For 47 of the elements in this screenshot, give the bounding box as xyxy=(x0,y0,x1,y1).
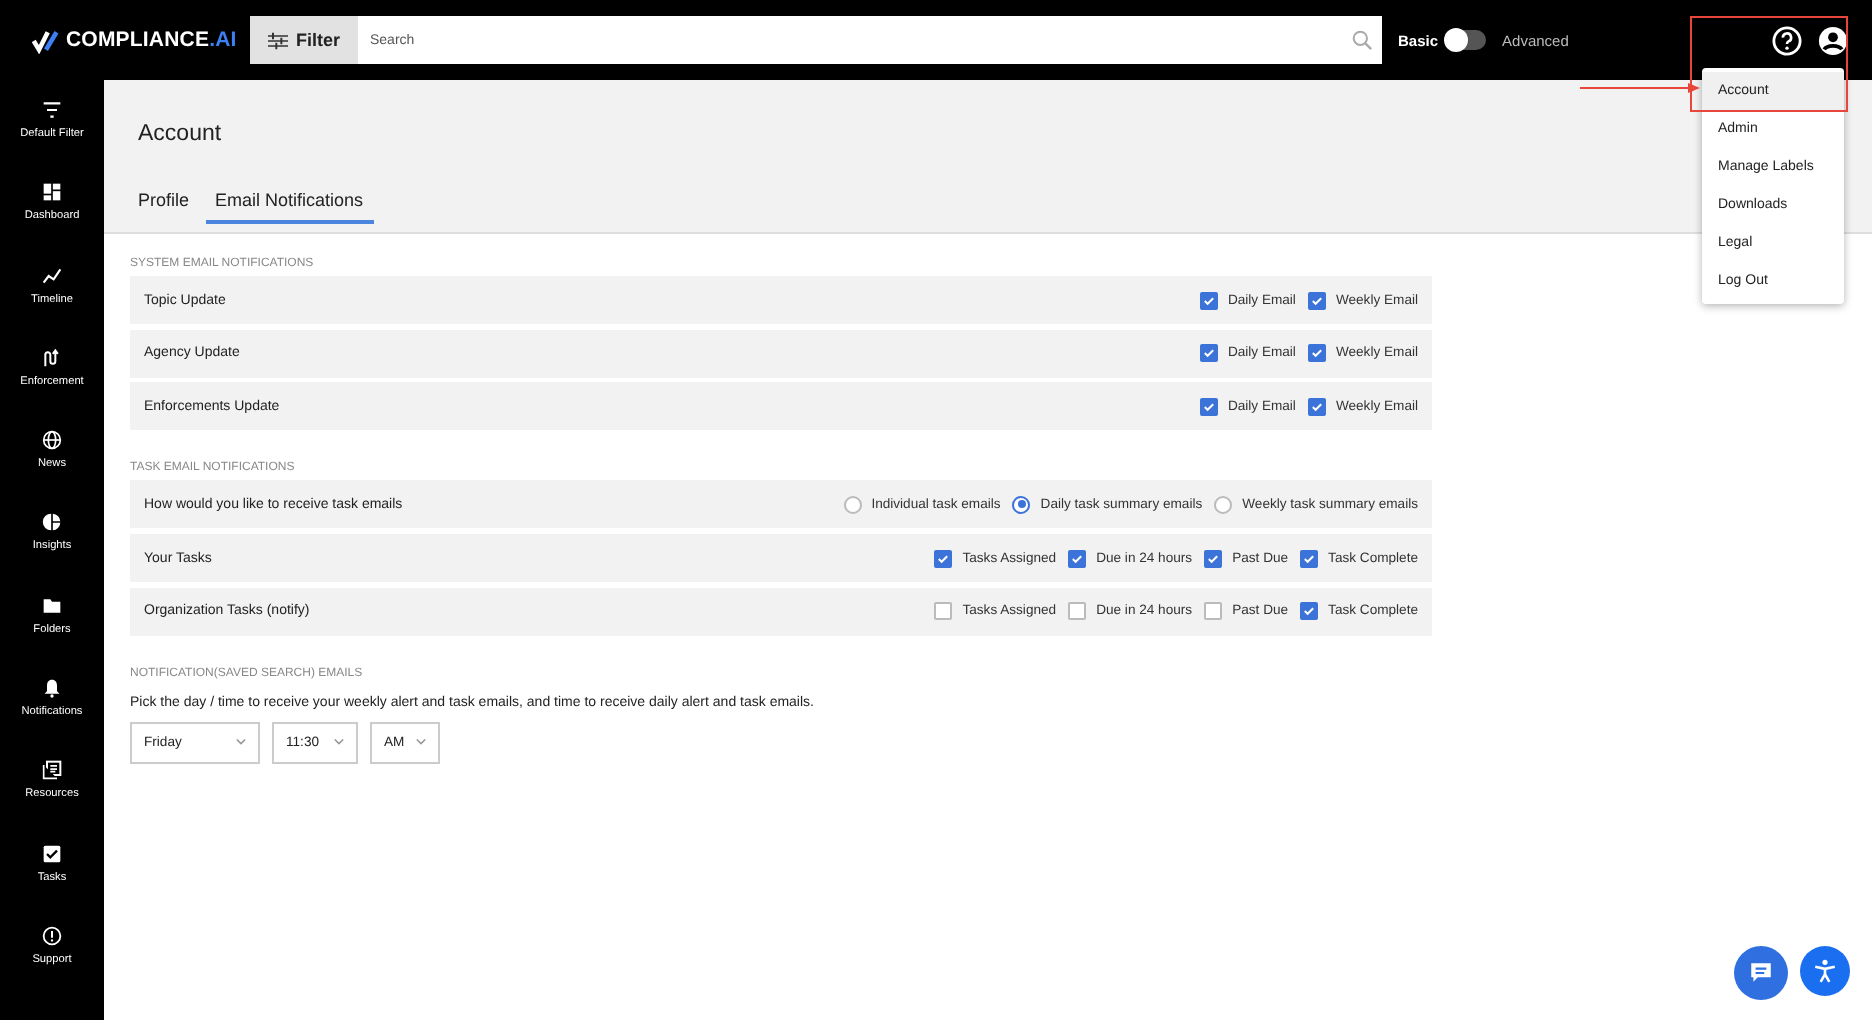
folder-icon xyxy=(42,595,62,616)
globe-icon xyxy=(42,430,62,451)
checkbox[interactable] xyxy=(1307,397,1326,416)
checkbox[interactable] xyxy=(1204,602,1223,621)
filter-icon xyxy=(42,100,62,120)
document-icon xyxy=(42,760,62,781)
tab[interactable]: Email Notifications xyxy=(205,184,374,224)
info-icon xyxy=(42,925,62,946)
arrow xyxy=(1580,82,1700,94)
search-icon xyxy=(1352,30,1372,50)
tab[interactable]: Profile xyxy=(128,184,200,224)
mode-toggle[interactable] xyxy=(1446,30,1487,50)
radio-button[interactable] xyxy=(843,495,862,514)
logo-icon xyxy=(32,27,60,53)
radio-button[interactable] xyxy=(1214,495,1233,514)
checkbox[interactable] xyxy=(1068,549,1087,568)
checkbox-icon xyxy=(42,843,62,864)
page-title: Account xyxy=(138,122,222,146)
help-icon[interactable] xyxy=(1772,25,1802,55)
checkbox[interactable] xyxy=(1204,549,1223,568)
checkbox[interactable] xyxy=(934,602,953,621)
checkbox[interactable] xyxy=(1068,602,1087,621)
chat-button[interactable] xyxy=(1734,946,1788,1000)
line-chart-icon xyxy=(42,265,62,286)
pie-chart-icon xyxy=(42,512,62,533)
caret-icon xyxy=(334,738,344,747)
checkbox[interactable] xyxy=(1300,602,1319,621)
user-icon[interactable] xyxy=(1818,25,1848,55)
caret-icon xyxy=(416,738,426,747)
checkbox[interactable] xyxy=(1307,291,1326,309)
checkbox[interactable] xyxy=(1199,397,1218,416)
accessibility-icon xyxy=(1812,958,1838,984)
bell-icon xyxy=(42,678,62,699)
filter-button[interactable]: Filter xyxy=(250,16,358,64)
arrows-icon xyxy=(42,347,62,368)
checkbox[interactable] xyxy=(1300,549,1319,568)
dashboard-icon xyxy=(42,182,62,203)
checkbox[interactable] xyxy=(1199,291,1218,309)
chat-icon xyxy=(1748,960,1774,986)
checkbox[interactable] xyxy=(1199,344,1218,363)
logo-text: COMPLIANCE.AI xyxy=(66,28,237,52)
caret-icon xyxy=(236,738,246,747)
checkbox[interactable] xyxy=(1307,344,1326,363)
accessibility-button[interactable] xyxy=(1800,946,1850,996)
sliders-icon xyxy=(267,31,288,49)
checkbox[interactable] xyxy=(934,549,953,568)
radio-button[interactable] xyxy=(1012,495,1031,514)
